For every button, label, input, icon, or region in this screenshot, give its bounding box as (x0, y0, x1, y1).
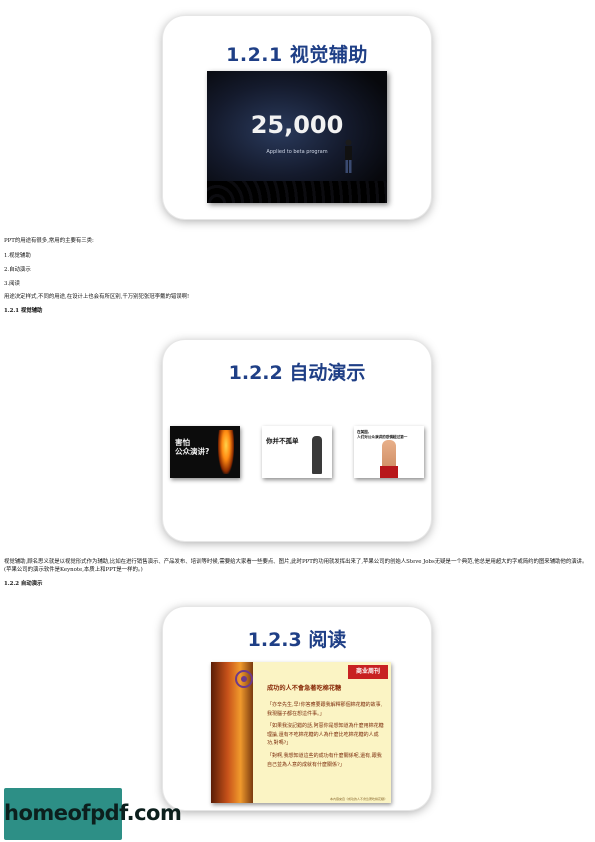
document-footer: 本內容來自《成功的人不會急著吃棉花糖》 (329, 797, 387, 801)
slide-reading: 1.2.3 阅读 商业周刊 成功的人不會急著吃棉花糖 「亦辛先生,早!你答應要跟… (163, 607, 431, 810)
reading-document: 商业周刊 成功的人不會急著吃棉花糖 「亦辛先生,早!你答應要跟我解釋那個棉花糖的… (211, 662, 391, 803)
magazine-tag: 商业周刊 (348, 665, 388, 679)
stage-caption: Applied to beta program (266, 149, 328, 155)
standing-man-figure (312, 436, 322, 474)
thumb-label: 在美国, 人们对公众演讲的恐惧超过第一 (357, 430, 408, 439)
document-line: 「亦辛先生,早!你答應要跟我解釋那個棉花糖的故事,我現腦子都在想這件事。」 (267, 702, 383, 717)
gear-icon (235, 670, 253, 688)
document-line: 「對啊,我想知道這些的成功有什麼關係呢,還有,跟我自己並為人意的成就有什麼關係?… (267, 752, 382, 768)
slide-title: 1.2.2 自动演示 (228, 362, 366, 384)
sleeve-shape (380, 466, 398, 478)
slide-visual-aid: 1.2.1 视觉辅助 25,000 Applied to beta progra… (163, 16, 431, 219)
flame-icon (218, 430, 234, 474)
paragraph-visual-aid: 视觉辅助,顾名思义就是以视觉形式作为辅助,比如在进行销售演示、产品发布、培训等时… (4, 559, 588, 573)
thumb-label: 你并不孤单 (266, 437, 299, 445)
list-item: 3.阅读 (4, 281, 20, 287)
section-heading: 1.2.1 视觉辅助 (4, 308, 43, 314)
keynote-stage-photo: 25,000 Applied to beta program (207, 71, 387, 203)
document-title: 成功的人不會急著吃棉花糖 (267, 685, 342, 692)
logo-text: homeofpdf.com (4, 801, 182, 825)
thumb-fear-statistic: 在美国, 人们对公众演讲的恐惧超过第一 (354, 426, 424, 478)
site-logo[interactable]: homeofpdf.com (4, 788, 182, 840)
document-line: 「如果我沒記錯的話,阿惡你是想知道為什麼用棉花糖理論,還有不吃棉花糖的人為什麼比… (267, 723, 384, 747)
audience-silhouette (207, 181, 387, 203)
section-heading: 1.2.2 自动演示 (4, 581, 43, 587)
purpose-text: 用途决定样式,不同的用途,在设计上也会有所区别,千万别犯张冠李戴的错误啊! (4, 294, 190, 300)
stage-number: 25,000 (250, 111, 344, 139)
list-item: 2.自动演示 (4, 267, 31, 273)
slide-auto-presentation: 1.2.2 自动演示 害怕 公众演讲? 你并不孤单 在美国, 人们对公众演讲的恐… (163, 340, 431, 541)
document-body: 「亦辛先生,早!你答應要跟我解釋那個棉花糖的故事,我現腦子都在想這件事。」 「如… (267, 701, 385, 773)
presenter-figure (345, 139, 352, 173)
slide-title: 1.2.1 视觉辅助 (226, 44, 368, 66)
thumb-label: 害怕 公众演讲? (175, 438, 210, 456)
thumb-fear-speaking: 害怕 公众演讲? (170, 426, 240, 478)
thumb-not-alone: 你并不孤单 (262, 426, 332, 478)
slide-title: 1.2.3 阅读 (247, 629, 347, 651)
list-item: 1.视觉辅助 (4, 253, 31, 259)
intro-text: PPT的用途有很多,常用的主要有三类: (4, 238, 94, 244)
